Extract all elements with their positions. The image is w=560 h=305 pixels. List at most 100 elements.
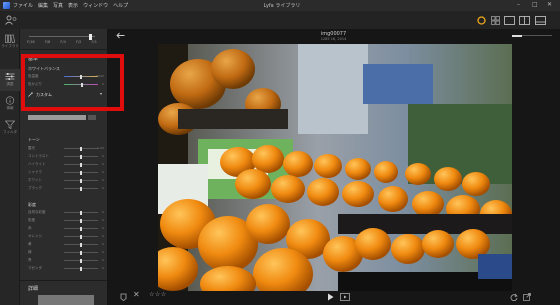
slider-label: ブラック: [28, 186, 42, 190]
filter-icon: [5, 120, 15, 129]
slider-value[interactable]: 0: [102, 186, 104, 190]
slider-value[interactable]: 0: [102, 234, 104, 238]
aperture-stop[interactable]: F/2: [76, 40, 81, 44]
adjust-slider-knob[interactable]: [80, 266, 82, 271]
zoom-slider-fill[interactable]: [512, 34, 522, 37]
aperture-stop[interactable]: F/16: [27, 40, 35, 44]
highlight-box: [21, 54, 124, 111]
aperture-stop[interactable]: F/4: [60, 40, 65, 44]
color-section-title[interactable]: 彩度: [28, 202, 36, 208]
slider-value[interactable]: 0: [102, 242, 104, 246]
slider-value[interactable]: 0: [102, 258, 104, 262]
aperture-stop[interactable]: F/1: [92, 40, 97, 44]
rotate-icon[interactable]: [510, 293, 518, 301]
rail-filter[interactable]: フィルタ: [0, 117, 20, 139]
single-view-icon[interactable]: [504, 16, 515, 25]
slider-label: オレンジ: [28, 234, 42, 238]
adjust-slider-knob[interactable]: [80, 162, 82, 167]
adjust-row: コントラスト 0: [28, 154, 104, 160]
adjust-slider-knob[interactable]: [80, 178, 82, 183]
adjust-row: ハイライト 0: [28, 162, 104, 168]
aperture-slider[interactable]: [29, 36, 95, 37]
menu-bar: ファイル 編集 写真 表示 ウィンドウ ヘルプ Lyfa ライブラリ – □ ✕: [0, 0, 560, 11]
slider-value[interactable]: 0: [102, 170, 104, 174]
adjust-row: 青0: [28, 258, 104, 264]
slider-value[interactable]: 0: [102, 178, 104, 182]
adjust-row: マゼンタ 0: [28, 266, 104, 272]
adjust-slider-knob[interactable]: [80, 170, 82, 175]
menu-edit[interactable]: 編集: [38, 2, 48, 9]
play-icon[interactable]: [327, 293, 334, 301]
slider-value[interactable]: 0: [102, 210, 104, 214]
photo-image: [158, 44, 512, 291]
slider-label: 黄: [28, 242, 32, 246]
flag-icon[interactable]: [120, 293, 127, 301]
adjust-row: 露光 0.00: [28, 146, 104, 152]
adjust-slider-knob[interactable]: [80, 242, 82, 247]
compare-view-icon[interactable]: [519, 16, 530, 25]
slider-label: 露光: [28, 146, 35, 150]
menu-photo[interactable]: 写真: [53, 2, 63, 9]
adjust-slider-knob[interactable]: [80, 146, 82, 151]
adjust-slider-knob[interactable]: [80, 154, 82, 159]
slider-label: ホワイト: [28, 178, 42, 182]
export-icon[interactable]: [523, 293, 531, 301]
tone-section-title[interactable]: トーン: [28, 137, 40, 143]
slider-value[interactable]: 0: [102, 218, 104, 222]
close-icon[interactable]: ✕: [547, 1, 552, 8]
reject-icon[interactable]: ✕: [133, 290, 140, 299]
adjust-slider-knob[interactable]: [80, 234, 82, 239]
aperture-slider-knob[interactable]: [89, 33, 92, 40]
rail-label: ライブラリ: [1, 44, 19, 48]
slider-label: 彩度: [28, 218, 35, 222]
slider-value[interactable]: 0: [102, 162, 104, 166]
slider-label: 赤: [28, 226, 32, 230]
slider-value[interactable]: 0: [102, 226, 104, 230]
slider-value[interactable]: 0.00: [97, 146, 104, 150]
adjust-slider-knob[interactable]: [80, 186, 82, 191]
adjust-row: 赤0: [28, 226, 104, 232]
slideshow-icon[interactable]: [340, 293, 350, 301]
circle-view-icon[interactable]: [477, 16, 486, 25]
star-rating-icon[interactable]: ☆☆☆: [149, 291, 167, 298]
slider-value[interactable]: 0: [102, 266, 104, 270]
window-title: Lyfa ライブラリ: [263, 3, 301, 9]
sliders-icon: [5, 73, 15, 80]
slider-value[interactable]: 0: [102, 250, 104, 254]
slider-value[interactable]: 0: [102, 154, 104, 158]
photo-meta: 1285 16, 2014: [320, 37, 347, 41]
adjust-row: 彩度 0: [28, 218, 104, 224]
rail-adjust[interactable]: 調整: [0, 69, 20, 91]
search-field[interactable]: [28, 115, 86, 120]
photo-canvas[interactable]: [158, 44, 512, 291]
menu-help[interactable]: ヘルプ: [113, 2, 128, 9]
search-button[interactable]: [88, 115, 96, 120]
menu-file[interactable]: ファイル: [13, 2, 33, 9]
adjust-slider-knob[interactable]: [80, 250, 82, 255]
filmstrip-view-icon[interactable]: [535, 16, 546, 25]
grid-view-icon[interactable]: [491, 16, 500, 25]
viewer-bottom-bar: ✕ ☆☆☆: [107, 289, 560, 305]
adjust-row: ブラック 0: [28, 186, 104, 192]
adjust-slider-knob[interactable]: [80, 226, 82, 231]
detail-section-title[interactable]: 詳細: [28, 285, 38, 292]
rail-info[interactable]: 情報: [0, 93, 20, 115]
adjust-slider-knob[interactable]: [80, 218, 82, 223]
rail-library[interactable]: ライブラリ: [0, 31, 20, 53]
adjust-slider-knob[interactable]: [80, 210, 82, 215]
slider-label: ハイライト: [28, 162, 46, 166]
rail-label: フィルタ: [3, 130, 17, 134]
adjust-slider-knob[interactable]: [80, 258, 82, 263]
left-rail: ライブラリ 調整 情報 フィルタ: [0, 29, 20, 305]
maximize-icon[interactable]: □: [532, 1, 538, 8]
minimize-icon[interactable]: –: [517, 1, 520, 8]
slider-label: シャドウ: [28, 170, 42, 174]
adjust-row: 黄0: [28, 242, 104, 248]
people-icon[interactable]: [5, 15, 17, 25]
menu-view[interactable]: 表示: [68, 2, 78, 9]
aperture-stops: F/16 F/8 F/4 F/2 F/1: [27, 40, 97, 44]
adjust-row: 自然な彩度 0: [28, 210, 104, 216]
detail-thumbnail: [38, 295, 94, 305]
aperture-stop[interactable]: F/8: [45, 40, 50, 44]
menu-window[interactable]: ウィンドウ: [83, 2, 108, 9]
